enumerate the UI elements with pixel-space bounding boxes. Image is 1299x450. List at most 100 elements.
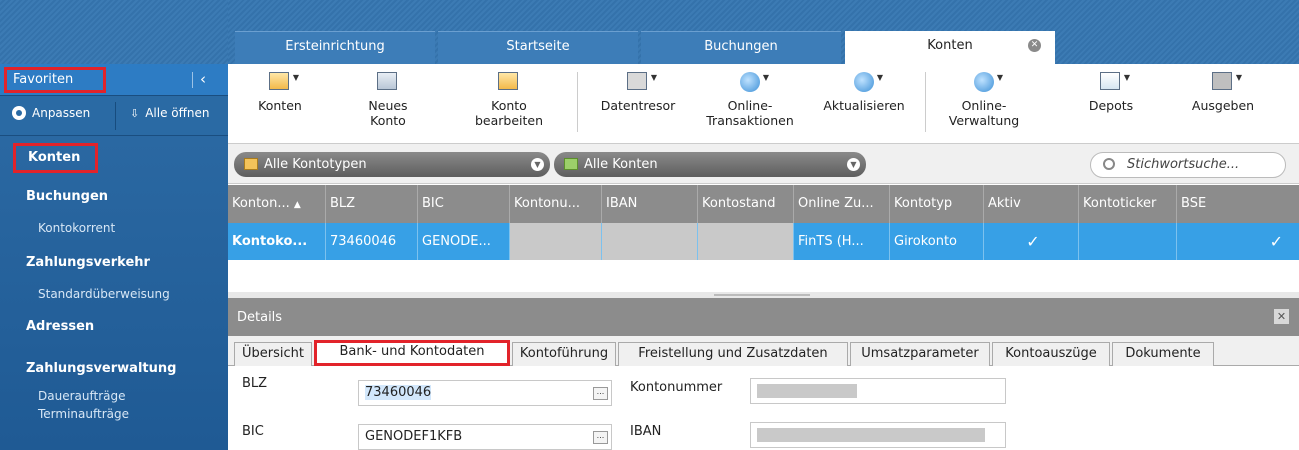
favorites-label[interactable]: Favoriten [4, 67, 106, 93]
edit-account-button[interactable]: Konto bearbeiten [469, 64, 549, 128]
column-header-kontostand[interactable]: Kontostand [698, 185, 794, 223]
bank-data-form: BLZ 73460046 ... Kontonummer BIC GENODEF… [228, 366, 1299, 450]
tab-buchungen[interactable]: Buchungen [641, 31, 841, 64]
tab-dokumente[interactable]: Dokumente [1112, 342, 1214, 366]
open-all-button[interactable]: ⇩ Alle öffnen [130, 106, 210, 120]
sort-asc-icon: ▲ [293, 200, 301, 210]
online-transactions-button[interactable]: ▼ Online- Transaktionen [700, 64, 800, 128]
depot-label: Depots [1088, 98, 1134, 113]
account-filter-value: Alle Konten [584, 157, 658, 172]
tab-ersteinrichtung[interactable]: Ersteinrichtung [235, 31, 435, 64]
print-label: Ausgeben [1191, 98, 1255, 113]
new-account-button[interactable]: Neues Konto [358, 64, 418, 128]
tab-freistellung-zusatzdaten[interactable]: Freistellung und Zusatzdaten [618, 342, 848, 366]
column-header-kontoticker[interactable]: Kontoticker [1079, 185, 1177, 223]
iban-field[interactable] [750, 422, 1006, 448]
column-header-kontonummer[interactable]: Kontonu... [510, 185, 602, 223]
divider [192, 72, 193, 88]
tab-konten-label: Konten [927, 38, 973, 53]
chevron-down-icon[interactable]: ▼ [531, 158, 544, 171]
splitter-grip[interactable] [714, 294, 810, 296]
chevron-down-icon[interactable]: ▼ [847, 158, 860, 171]
column-header-kontotyp[interactable]: Kontotyp [890, 185, 984, 223]
close-icon[interactable]: ✕ [1274, 309, 1289, 324]
blz-label: BLZ [242, 376, 268, 391]
depot-button[interactable]: ▼ Depots [1076, 64, 1146, 113]
sidebar-item-buchungen[interactable]: Buchungen [0, 179, 228, 215]
safe-button[interactable]: ▼ Datentresor [593, 64, 683, 113]
blz-value: 73460046 [365, 385, 432, 400]
refresh-icon: ▼ [851, 70, 883, 94]
column-header-aktiv[interactable]: Aktiv [984, 185, 1079, 223]
bic-value: GENODEF1KFB [365, 429, 463, 444]
edit-account-label-1: Konto [491, 98, 527, 113]
table-row[interactable]: Kontoko... 73460046 GENODE... FinTS (H..… [228, 223, 1299, 260]
sidebar-item-zahlungsverkehr[interactable]: Zahlungsverkehr [0, 245, 228, 281]
online-admin-button[interactable]: ▼ Online- Verwaltung [934, 64, 1034, 128]
print-icon: ▼ [1210, 70, 1242, 94]
bic-field[interactable]: GENODEF1KFB ... [358, 424, 612, 450]
cell-kontonummer [510, 223, 602, 260]
blz-field[interactable]: 73460046 ... [358, 380, 612, 406]
tab-konten[interactable]: Konten ✕ [845, 31, 1055, 64]
tab-uebersicht[interactable]: Übersicht [234, 342, 312, 366]
tab-kontofuehrung[interactable]: Kontoführung [512, 342, 616, 366]
search-placeholder: Stichwortsuche... [1127, 157, 1240, 172]
sidebar-item-adressen[interactable]: Adressen [0, 309, 228, 345]
cell-kontotyp: Girokonto [890, 223, 984, 260]
kontonummer-label: Kontonummer [630, 380, 723, 395]
table-empty-area [228, 260, 1299, 296]
gear-icon [12, 106, 26, 120]
sidebar-item-zahlungsverwaltung[interactable]: Zahlungsverwaltung [0, 351, 228, 387]
online-admin-label-1: Online- [961, 98, 1007, 113]
redacted-value [757, 428, 985, 442]
sidebar-nav: Konten Buchungen Kontokorrent Zahlungsve… [0, 136, 228, 423]
account-filter[interactable]: Alle Konten ▼ [554, 152, 866, 177]
favorites-bar: Favoriten ‹ [0, 64, 228, 96]
column-header-kontoname[interactable]: Konton... ▲ [228, 185, 326, 223]
column-header-bse[interactable]: BSE [1177, 185, 1299, 223]
cell-iban [602, 223, 698, 260]
column-header-bic[interactable]: BIC [418, 185, 510, 223]
tab-kontoauszuege[interactable]: Kontoauszüge [992, 342, 1110, 366]
collapse-icon[interactable]: ‹ [200, 70, 206, 88]
accounts-button[interactable]: ▼ Konten [250, 64, 310, 113]
print-button[interactable]: ▼ Ausgeben [1178, 64, 1268, 113]
refresh-label: Aktualisieren [823, 98, 905, 113]
cell-online-zugang: FinTS (H... [794, 223, 890, 260]
divider [115, 102, 116, 130]
tab-bar: Ersteinrichtung Startseite Buchungen Kon… [228, 0, 1299, 64]
redacted-value [757, 384, 857, 398]
online-transactions-icon: ▼ [737, 70, 769, 94]
sidebar-item-dauerauftraege[interactable]: Daueraufträge [0, 387, 228, 405]
edit-account-icon [496, 70, 522, 94]
browse-button[interactable]: ... [593, 387, 608, 400]
tab-umsatzparameter[interactable]: Umsatzparameter [850, 342, 990, 366]
tab-bank-kontodaten[interactable]: Bank- und Kontodaten [314, 340, 510, 366]
safe-icon: ▼ [625, 70, 657, 94]
sidebar-item-terminauftraege[interactable]: Terminaufträge [0, 405, 228, 423]
close-tab-icon[interactable]: ✕ [1028, 39, 1041, 52]
cell-kontoname: Kontoko... [228, 223, 326, 260]
browse-button[interactable]: ... [593, 431, 608, 444]
column-header-blz[interactable]: BLZ [326, 185, 418, 223]
details-tabs: Übersicht Bank- und Kontodaten Kontoführ… [228, 336, 1299, 366]
depot-icon: ▼ [1098, 70, 1130, 94]
kontonummer-field[interactable] [750, 378, 1006, 404]
tab-startseite[interactable]: Startseite [438, 31, 638, 64]
cell-kontoticker [1079, 223, 1177, 260]
sidebar-item-standardueberweisung[interactable]: Standardüberweisung [0, 281, 228, 307]
refresh-button[interactable]: ▼ Aktualisieren [814, 64, 914, 113]
sidebar-item-konten[interactable]: Konten [13, 143, 98, 173]
search-icon [1103, 158, 1115, 170]
search-input[interactable]: Stichwortsuche... [1090, 152, 1286, 178]
customize-button[interactable]: Anpassen [12, 106, 90, 120]
divider [925, 72, 926, 132]
column-header-iban[interactable]: IBAN [602, 185, 698, 223]
sidebar-item-kontokorrent[interactable]: Kontokorrent [0, 215, 228, 241]
filter-bar: Alle Kontotypen ▼ Alle Konten ▼ Stichwor… [228, 144, 1299, 184]
ribbon-toolbar: ▼ Konten Neues Konto Konto bearbeiten ▼ … [228, 64, 1299, 144]
account-type-filter[interactable]: Alle Kontotypen ▼ [234, 152, 550, 177]
column-header-online-zugang[interactable]: Online Zu... [794, 185, 890, 223]
online-transactions-label-1: Online- [727, 98, 773, 113]
